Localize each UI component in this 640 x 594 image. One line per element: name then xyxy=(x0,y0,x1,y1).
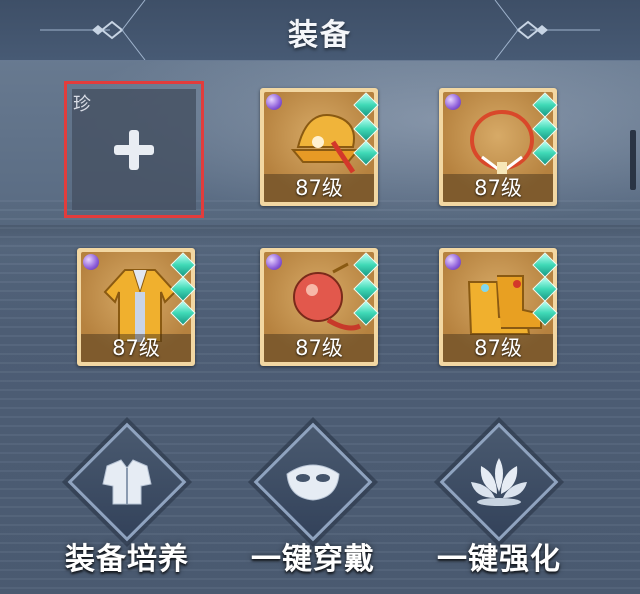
clothing-icon xyxy=(102,459,152,505)
robe-icon xyxy=(103,269,177,342)
necklace-icon xyxy=(470,110,534,174)
level-label: 87级 xyxy=(264,334,374,362)
quality-orb-icon xyxy=(445,94,461,110)
quality-orb-icon xyxy=(83,254,99,270)
quality-orb-icon xyxy=(266,94,282,110)
equipment-slot-boots[interactable]: 87级 xyxy=(439,248,558,366)
one-click-equip-button[interactable]: 一键穿戴 xyxy=(238,422,388,577)
level-label: 87级 xyxy=(264,174,374,202)
quality-orb-icon xyxy=(445,254,461,270)
page-title: 装备 xyxy=(288,18,352,53)
lotus-icon xyxy=(471,458,527,506)
helmet-icon xyxy=(290,114,361,174)
pendant-icon xyxy=(293,262,362,331)
quality-orb-icon xyxy=(266,254,282,270)
level-label: 87级 xyxy=(443,334,553,362)
level-label: 87级 xyxy=(81,334,191,362)
button-label: 一键强化 xyxy=(437,542,561,577)
header-bar: 装备 xyxy=(0,0,640,61)
panel-edge-handle xyxy=(630,130,636,190)
one-click-enhance-button[interactable]: 一键强化 xyxy=(424,422,574,577)
button-label: 一键穿戴 xyxy=(251,542,375,577)
plus-icon xyxy=(114,129,154,170)
equipment-slot-robe[interactable]: 87级 xyxy=(77,248,196,366)
rarity-tag: 珍 xyxy=(73,94,91,115)
equipment-slot-pendant[interactable]: 87级 xyxy=(260,248,379,366)
boots-icon xyxy=(467,275,542,335)
level-label: 87级 xyxy=(443,174,553,202)
button-label: 装备培养 xyxy=(65,542,189,577)
empty-equipment-slot[interactable]: 珍 xyxy=(64,81,204,218)
equipment-training-button[interactable]: 装备培养 xyxy=(52,422,202,577)
equipment-panel: 装备 珍 87级 87级 87级 87级 87级 装备培养 一键穿戴 一键强化 xyxy=(0,0,640,594)
mask-icon xyxy=(286,464,340,501)
equipment-slot-helmet[interactable]: 87级 xyxy=(260,88,379,206)
equipment-slot-necklace[interactable]: 87级 xyxy=(439,88,558,206)
